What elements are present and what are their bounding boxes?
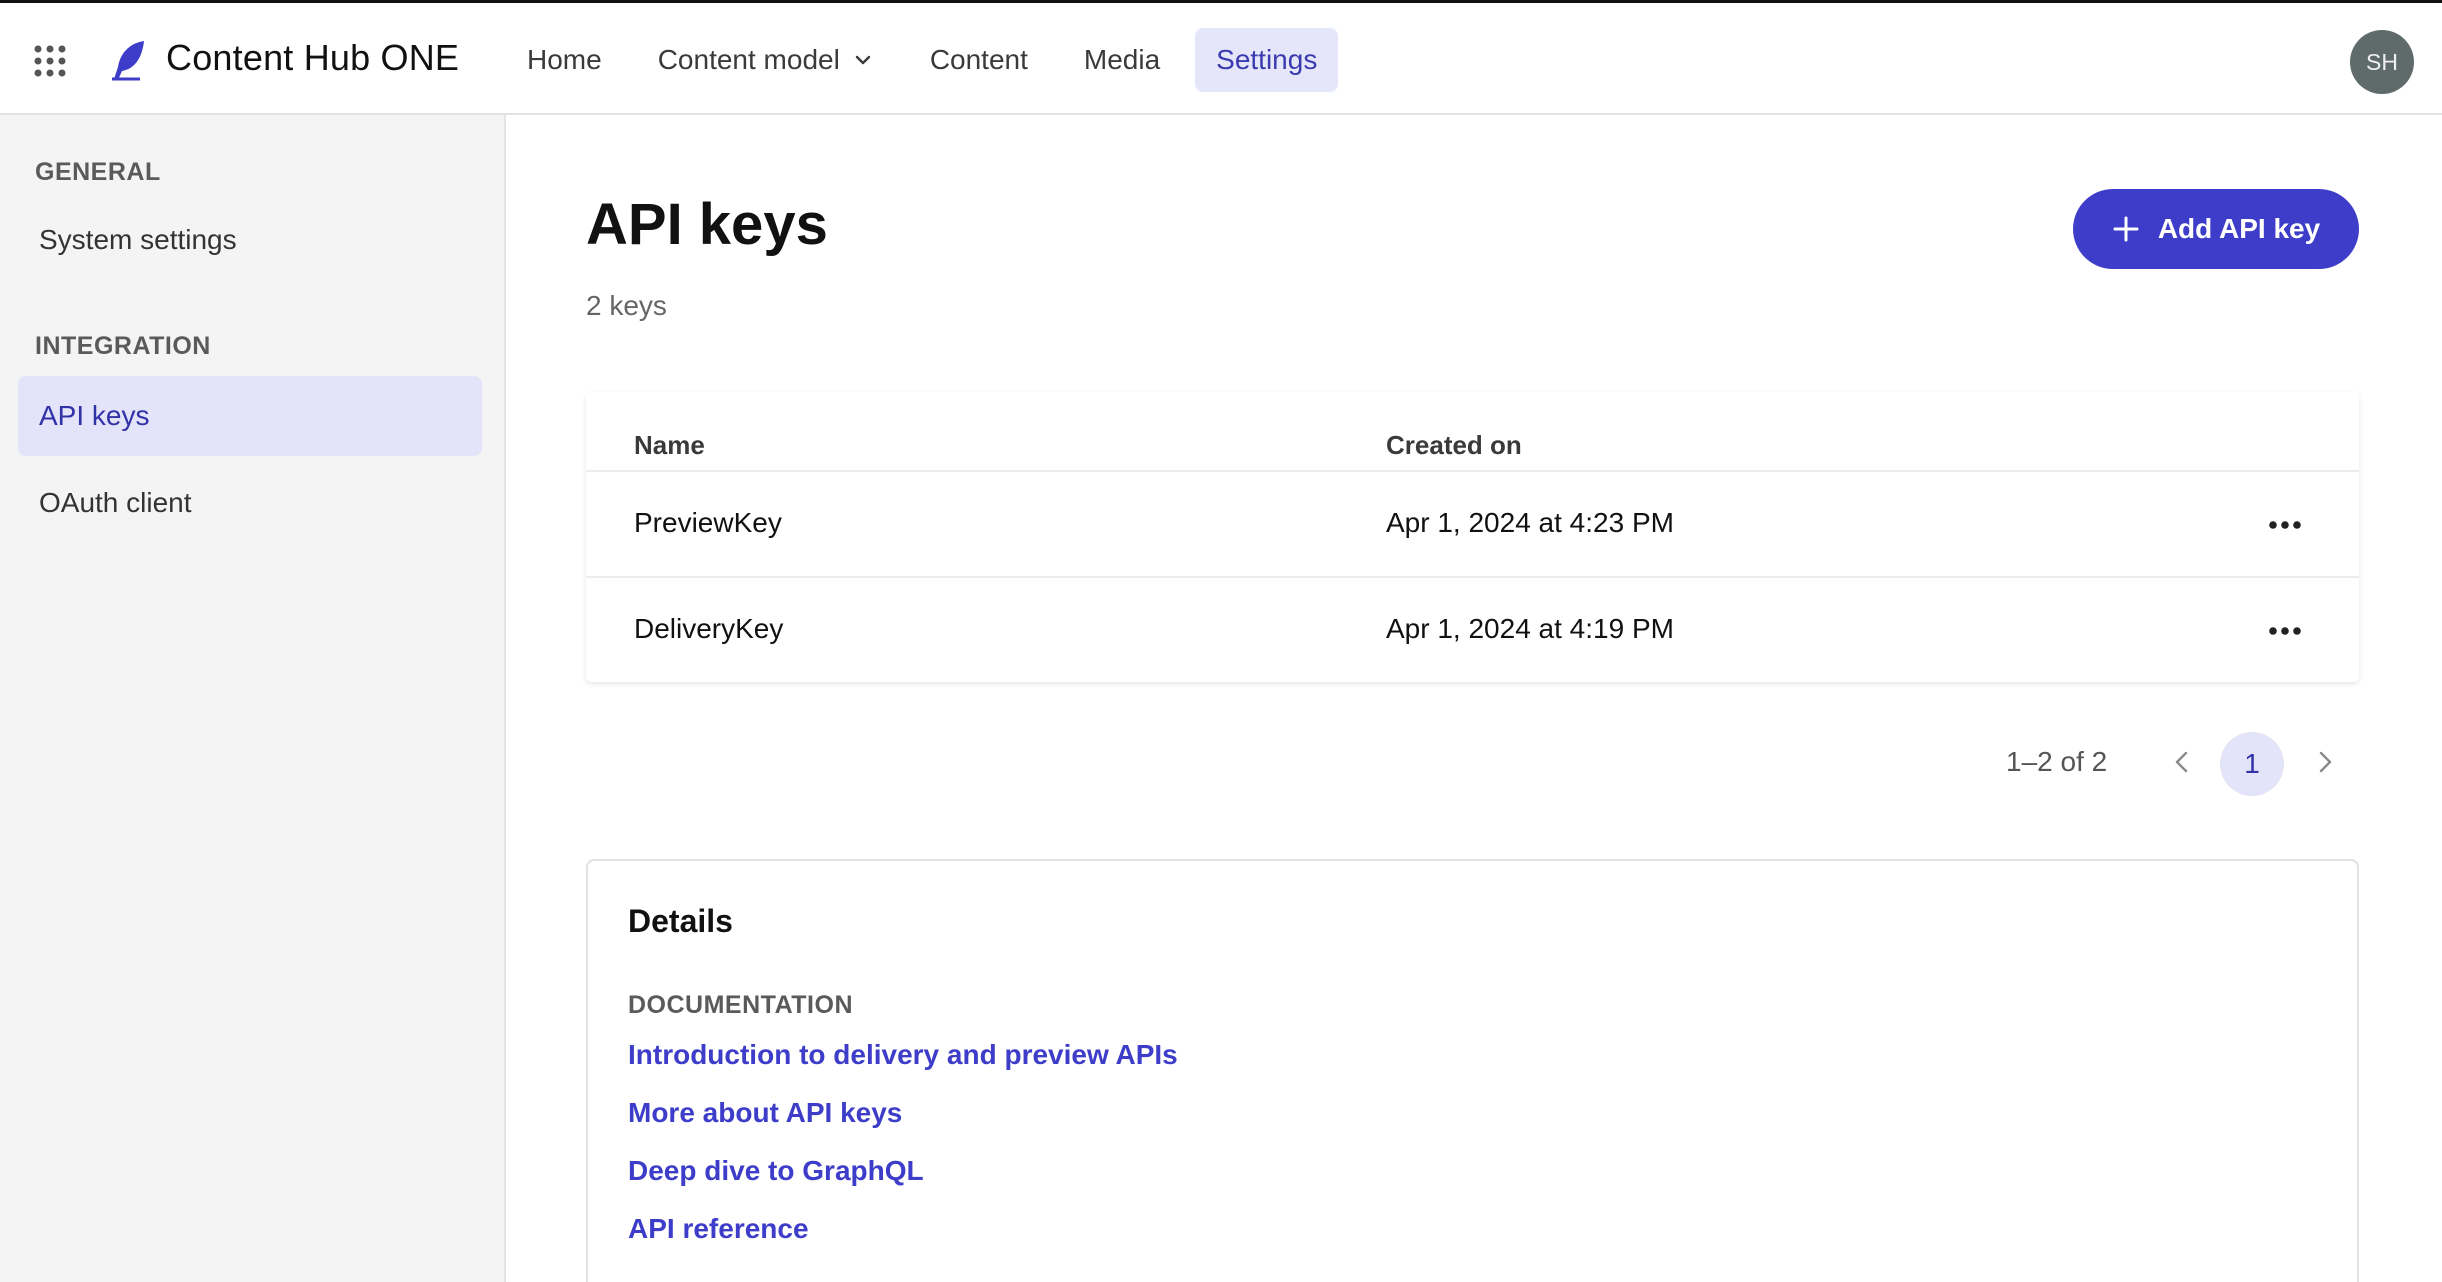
nav-settings[interactable]: Settings (1195, 28, 1339, 92)
top-bar: Content Hub ONE Home Content model Conte… (0, 0, 2442, 115)
page-title: API keys (586, 192, 828, 257)
table-row[interactable]: DeliveryKey Apr 1, 2024 at 4:19 PM (586, 576, 2359, 682)
details-title: Details (628, 903, 733, 939)
sidebar-item-label: OAuth client (39, 487, 192, 518)
quill-logo-icon (112, 41, 144, 81)
user-avatar[interactable]: SH (2350, 30, 2414, 94)
chevron-left-icon[interactable] (2167, 747, 2197, 777)
doc-link-api-reference[interactable]: API reference (628, 1213, 809, 1245)
key-count: 2 keys (586, 290, 667, 321)
api-keys-table: Name Created on PreviewKey Apr 1, 2024 a… (586, 392, 2359, 682)
sidebar-item-oauth-client[interactable]: OAuth client (18, 463, 482, 543)
sidebar-item-system-settings[interactable]: System settings (18, 200, 482, 280)
nav-media-label: Media (1083, 44, 1161, 75)
nav-content-model[interactable]: Content model (637, 28, 895, 92)
add-api-key-button[interactable]: Add API key (2073, 189, 2359, 269)
nav-content-model-label: Content model (657, 44, 840, 75)
app-grid-icon[interactable] (34, 45, 66, 77)
sidebar: GENERAL System settings INTEGRATION API … (0, 115, 506, 1282)
row-created-on: Apr 1, 2024 at 4:23 PM (1386, 507, 1674, 538)
nav-content-label: Content (929, 44, 1028, 75)
column-header-name[interactable]: Name (634, 430, 705, 461)
nav-settings-label: Settings (1216, 44, 1318, 75)
chevron-right-icon[interactable] (2310, 747, 2340, 777)
more-horizontal-icon[interactable] (2265, 617, 2305, 645)
documentation-heading: DOCUMENTATION (628, 991, 853, 1019)
sidebar-item-label: API keys (39, 400, 150, 431)
sidebar-section-general: GENERAL (35, 158, 161, 186)
table-row[interactable]: PreviewKey Apr 1, 2024 at 4:23 PM (586, 470, 2359, 576)
main-nav: Home Content model Content Media Setting… (506, 27, 1352, 93)
pagination-range: 1–2 of 2 (2006, 746, 2108, 777)
brand-name[interactable]: Content Hub ONE (166, 37, 459, 79)
row-created-on: Apr 1, 2024 at 4:19 PM (1386, 613, 1674, 644)
main-content: API keys 2 keys Add API key Name Created… (508, 115, 2442, 1282)
plus-icon (2113, 216, 2139, 242)
row-name: PreviewKey (634, 507, 782, 538)
doc-link-delivery-preview-apis[interactable]: Introduction to delivery and preview API… (628, 1039, 1178, 1071)
nav-content[interactable]: Content (909, 28, 1049, 92)
sidebar-item-api-keys[interactable]: API keys (18, 376, 482, 456)
chevron-down-icon (855, 55, 871, 65)
nav-media[interactable]: Media (1063, 28, 1181, 92)
nav-home[interactable]: Home (506, 28, 623, 92)
doc-link-api-keys[interactable]: More about API keys (628, 1097, 902, 1129)
sidebar-section-integration: INTEGRATION (35, 332, 211, 360)
details-panel: Details DOCUMENTATION Introduction to de… (586, 859, 2359, 1282)
sidebar-item-label: System settings (39, 224, 237, 255)
nav-home-label: Home (527, 44, 602, 75)
doc-link-graphql[interactable]: Deep dive to GraphQL (628, 1155, 924, 1187)
more-horizontal-icon[interactable] (2265, 511, 2305, 539)
pagination-page-button[interactable]: 1 (2220, 732, 2284, 796)
column-header-created-on[interactable]: Created on (1386, 430, 1522, 461)
row-name: DeliveryKey (634, 613, 784, 644)
add-api-key-label: Add API key (2157, 213, 2321, 244)
